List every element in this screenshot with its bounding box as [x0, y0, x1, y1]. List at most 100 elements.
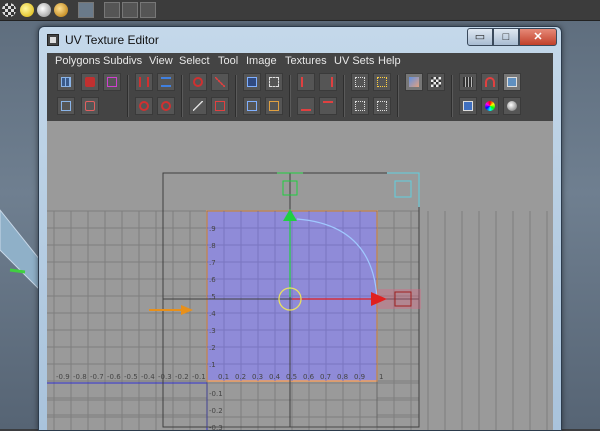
texture-icon[interactable]	[503, 97, 521, 115]
v-tick-label: .5	[209, 293, 216, 301]
checker-shading-icon[interactable]	[2, 3, 16, 17]
neg-v-tick-label: -0.1	[209, 390, 223, 398]
neg-u-tick-label: -0.1	[192, 373, 206, 381]
u-tick-label: 0.6	[303, 373, 315, 381]
v-tick-label: .6	[209, 276, 216, 284]
grid-display-icon[interactable]	[459, 73, 477, 91]
neg-u-tick-label: -0.8	[73, 373, 87, 381]
checker-icon[interactable]	[427, 73, 445, 91]
neg-v-tick-labels: -0.1 -0.2 -0.3	[209, 390, 223, 430]
uv-grid-svg[interactable]: .9 .8 .7 .6 .5 .4 .3 .2 .1 0.1 0.2 0.3 0.4 0.5 0.6 0.7…	[47, 121, 553, 430]
copy-uv-icon[interactable]	[373, 97, 391, 115]
editor-client-area: Polygons Subdivs View Select Tool Image …	[47, 53, 553, 430]
u-tick-label: 0.3	[252, 373, 263, 381]
neg-u-tick-label: -0.9	[56, 373, 70, 381]
cut-uv-icon[interactable]	[211, 73, 229, 91]
menu-help[interactable]: Help	[378, 55, 401, 67]
u-tick-label: 0.7	[320, 373, 331, 381]
magnet-icon[interactable]	[481, 73, 499, 91]
grey-light-icon[interactable]	[37, 3, 51, 17]
rotate-cw-icon[interactable]	[157, 97, 175, 115]
minimize-button[interactable]: ▭	[467, 28, 493, 46]
neg-v-tick-label: -0.2	[209, 407, 223, 415]
cube-icon[interactable]	[104, 2, 120, 18]
menu-image[interactable]: Image	[246, 55, 277, 67]
menu-view[interactable]: View	[149, 55, 173, 67]
shade-icon[interactable]	[503, 73, 521, 91]
select-tool-icon[interactable]	[78, 2, 94, 18]
lattice-icon[interactable]	[57, 97, 75, 115]
duplicate-icon[interactable]	[122, 2, 138, 18]
neg-u-tick-label: -0.2	[175, 373, 189, 381]
v-tick-label: .8	[209, 242, 216, 250]
v-tick-label: .4	[209, 310, 216, 318]
uv-editor-canvas[interactable]: .9 .8 .7 .6 .5 .4 .3 .2 .1 0.1 0.2 0.3 0.4 0.5 0.6 0.7…	[47, 121, 553, 430]
top-shelf	[0, 0, 600, 21]
image-display-icon[interactable]	[405, 73, 423, 91]
uv-shell-icon[interactable]	[103, 73, 121, 91]
cyan-scale-box	[394, 180, 412, 198]
v-tick-labels: .9 .8 .7 .6 .5 .4 .3 .2 .1	[209, 225, 216, 369]
v-tick-label: .9	[209, 225, 216, 233]
cyan-corner-box	[387, 172, 420, 207]
align-left-icon[interactable]	[297, 73, 315, 91]
u-tick-label: 0.1	[218, 373, 229, 381]
shaded-uv-icon[interactable]	[459, 97, 477, 115]
title-bar[interactable]: UV Texture Editor ▭ □ ✕	[39, 27, 561, 53]
unfold-icon[interactable]	[265, 73, 283, 91]
window-title: UV Texture Editor	[65, 33, 159, 47]
align-top-icon[interactable]	[319, 97, 337, 115]
menu-polygons[interactable]: Polygons	[55, 55, 100, 67]
neg-u-tick-label: -0.4	[141, 373, 155, 381]
u-tick-label: 0.2	[235, 373, 246, 381]
gold-light-icon[interactable]	[54, 3, 68, 17]
neg-v-tick-label: -0.3	[209, 424, 223, 430]
u-tick-label: 0.8	[337, 373, 348, 381]
neg-u-tick-label: -0.6	[107, 373, 121, 381]
flip-v-icon[interactable]	[157, 73, 175, 91]
layout-icon[interactable]	[351, 73, 369, 91]
maximize-button[interactable]: □	[493, 28, 519, 46]
u-tick-labels: 0.1 0.2 0.3 0.4 0.5 0.6 0.7 0.8 0.9	[218, 373, 365, 381]
v-tick-label: .1	[209, 361, 216, 369]
flip-u-icon[interactable]	[135, 73, 153, 91]
uv-texture-editor-window: UV Texture Editor ▭ □ ✕ Polygons Subdivs…	[38, 26, 562, 431]
move-uv-icon[interactable]	[81, 73, 99, 91]
grid-icon[interactable]	[57, 73, 75, 91]
smudge-icon[interactable]	[81, 97, 99, 115]
neg-u-tick-label: -0.7	[90, 373, 104, 381]
normalize-icon[interactable]	[189, 97, 207, 115]
neg-u-tick-label: -0.5	[124, 373, 138, 381]
menu-subdivs[interactable]: Subdivs	[103, 55, 142, 67]
u-tick-label: 0.9	[354, 373, 365, 381]
v-tick-label: .7	[209, 259, 216, 267]
rotate-icon[interactable]	[189, 73, 207, 91]
app-window-icon	[47, 34, 59, 46]
snap-icon[interactable]	[373, 73, 391, 91]
u-tick-label: 0.4	[269, 373, 281, 381]
align-right-icon[interactable]	[319, 73, 337, 91]
u-tick-label: 0.5	[286, 373, 297, 381]
rotate-ccw-icon[interactable]	[135, 97, 153, 115]
merge-uv-icon[interactable]	[265, 97, 283, 115]
origin-tick-label: 1	[379, 373, 383, 381]
straighten-icon[interactable]	[211, 97, 229, 115]
color-icon[interactable]	[481, 97, 499, 115]
split-uv-icon[interactable]	[243, 97, 261, 115]
v-tick-label: .2	[209, 344, 216, 352]
toolbar	[47, 69, 553, 122]
align-bottom-icon[interactable]	[297, 97, 315, 115]
node-graph-icon[interactable]	[140, 2, 156, 18]
neg-u-tick-labels: -0.9 -0.8 -0.7 -0.6 -0.5 -0.4 -0.3 -0.2 -0.1	[56, 373, 206, 381]
sew-uv-icon[interactable]	[243, 73, 261, 91]
v-tick-label: .3	[209, 327, 216, 335]
close-button[interactable]: ✕	[519, 28, 557, 46]
neg-u-tick-label: -0.3	[158, 373, 172, 381]
menu-tool[interactable]: Tool	[218, 55, 238, 67]
menu-uv-sets[interactable]: UV Sets	[334, 55, 374, 67]
menu-textures[interactable]: Textures	[285, 55, 327, 67]
menu-bar: Polygons Subdivs View Select Tool Image …	[47, 53, 553, 69]
yellow-light-icon[interactable]	[20, 3, 34, 17]
menu-select[interactable]: Select	[179, 55, 210, 67]
texel-icon[interactable]	[351, 97, 369, 115]
